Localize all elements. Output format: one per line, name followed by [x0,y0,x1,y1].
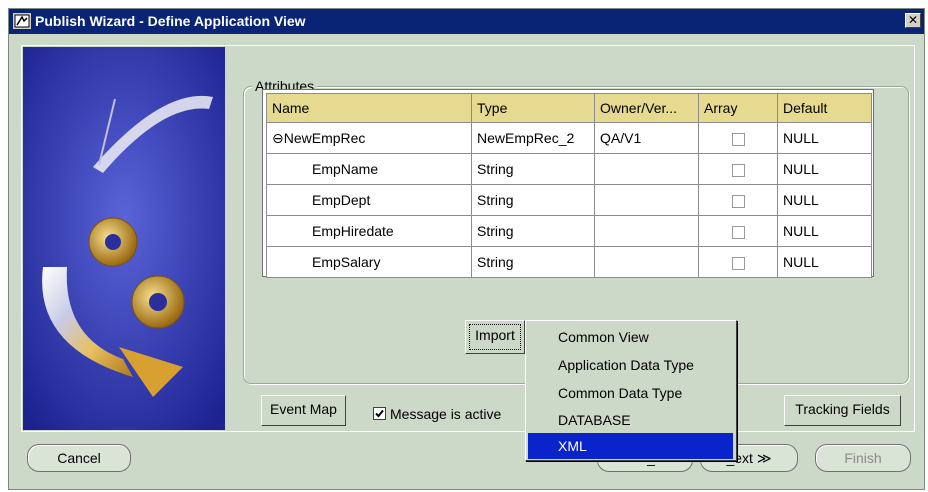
window-title: Publish Wizard - Define Application View [35,13,306,29]
row-name[interactable]: EmpDept [266,184,472,216]
row-array-cell [698,153,778,185]
row-owner[interactable]: QA/V1 [594,122,699,154]
table-row[interactable]: EmpSalary String NULL [266,246,872,278]
row-name[interactable]: EmpName [266,153,472,185]
row-owner[interactable] [594,184,699,216]
array-checkbox[interactable] [731,163,745,177]
row-name[interactable]: EmpSalary [266,246,472,278]
row-default[interactable]: NULL [777,215,872,247]
col-header-array[interactable]: Array [698,93,778,123]
attributes-table: Name Type Owner/Ver... Array Default ⊖Ne… [262,89,874,278]
menu-item-common-view[interactable]: Common View [528,324,733,350]
import-button[interactable]: Import [465,320,525,354]
event-map-button[interactable]: Event Map [261,395,346,426]
row-type[interactable]: String [471,184,595,216]
col-header-owner[interactable]: Owner/Ver... [594,93,699,123]
row-type[interactable]: NewEmpRec_2 [471,122,595,154]
row-array-cell [698,184,778,216]
row-name[interactable]: EmpHiredate [266,215,472,247]
row-array-cell [698,215,778,247]
wizard-app-icon [13,13,31,29]
col-header-name[interactable]: Name [266,93,472,123]
table-row[interactable]: EmpName String NULL [266,153,872,185]
finish-button: Finish [815,444,911,472]
table-row[interactable]: EmpHiredate String NULL [266,215,872,247]
publish-wizard-window: Publish Wizard - Define Application View… [8,8,925,490]
tracking-fields-button[interactable]: Tracking Fields [784,395,901,426]
row-name: NewEmpRec [283,129,366,146]
menu-item-common-data-type[interactable]: Common Data Type [528,380,733,406]
row-owner[interactable] [594,215,699,247]
col-header-default[interactable]: Default [777,93,872,123]
wizard-illustration [23,47,225,430]
row-owner[interactable] [594,153,699,185]
row-default[interactable]: NULL [777,153,872,185]
row-type[interactable]: String [471,215,595,247]
cancel-button[interactable]: Cancel [27,444,131,472]
menu-item-xml[interactable]: XML [528,433,733,459]
import-dropdown-menu: Common View Application Data Type Common… [525,320,737,461]
menu-item-database[interactable]: DATABASE [528,407,733,433]
array-checkbox[interactable] [731,256,745,270]
message-active-check[interactable] [373,407,386,420]
row-name-cell[interactable]: ⊖NewEmpRec [266,122,472,154]
menu-item-application-data-type[interactable]: Application Data Type [528,352,733,378]
array-checkbox[interactable] [731,194,745,208]
row-default[interactable]: NULL [777,122,872,154]
message-active-label: Message is active [390,406,502,422]
row-array-cell [698,246,778,278]
row-owner[interactable] [594,246,699,278]
row-array-cell [698,122,778,154]
title-bar: Publish Wizard - Define Application View… [9,9,924,34]
table-row[interactable]: ⊖NewEmpRec NewEmpRec_2 QA/V1 NULL [266,122,872,154]
close-icon[interactable]: ✕ [905,13,921,28]
row-default[interactable]: NULL [777,246,872,278]
message-active-checkbox[interactable]: Message is active [373,406,501,422]
col-header-type[interactable]: Type [471,93,595,123]
import-button-label: Import [469,324,521,350]
array-checkbox[interactable] [731,132,745,146]
array-checkbox[interactable] [731,225,745,239]
table-row[interactable]: EmpDept String NULL [266,184,872,216]
row-default[interactable]: NULL [777,184,872,216]
collapse-icon[interactable]: ⊖ [272,130,284,146]
row-type[interactable]: String [471,246,595,278]
row-type[interactable]: String [471,153,595,185]
